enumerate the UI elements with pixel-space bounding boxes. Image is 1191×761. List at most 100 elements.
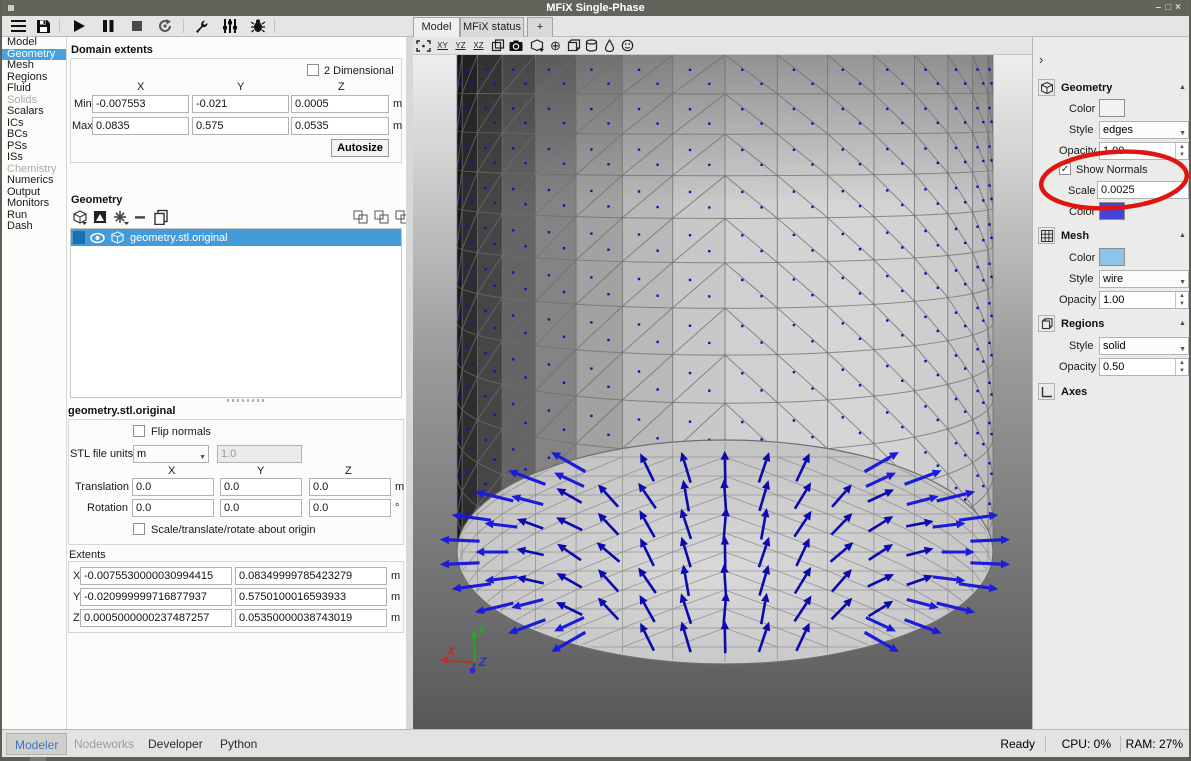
add-geometry-icon[interactable]: [73, 210, 88, 228]
geometry-cube-icon[interactable]: [1038, 79, 1055, 96]
spin-arrows-icon[interactable]: ▲▼: [1175, 143, 1188, 159]
extents-z-min-input[interactable]: [80, 609, 232, 627]
mode-modeler[interactable]: Modeler: [6, 733, 67, 755]
collapse-section-icon[interactable]: ▲: [1179, 320, 1186, 327]
translation-z-input[interactable]: [309, 478, 391, 496]
add-primitive-icon[interactable]: [93, 210, 108, 228]
add-procedural-icon[interactable]: [113, 210, 129, 228]
window-controls[interactable]: –□×: [1156, 0, 1185, 16]
nav-item-mesh[interactable]: Mesh: [2, 60, 66, 72]
show-normals-checkbox[interactable]: ✓: [1059, 163, 1071, 175]
mode-developer[interactable]: Developer: [140, 733, 211, 755]
settings-wrench-icon[interactable]: [190, 17, 214, 35]
reset-icon[interactable]: [153, 17, 177, 35]
extents-y-min-input[interactable]: [80, 588, 232, 606]
geometry-opacity-spinbox[interactable]: 1.00▲▼: [1099, 142, 1189, 160]
collapse-section-icon[interactable]: ▲: [1179, 84, 1186, 91]
save-icon[interactable]: [31, 17, 55, 35]
perspective-icon[interactable]: [489, 38, 506, 53]
flip-normals-checkbox[interactable]: [133, 425, 145, 437]
parameters-sliders-icon[interactable]: [218, 17, 242, 35]
splitter-handle[interactable]: [227, 399, 267, 402]
remove-geometry-icon[interactable]: [133, 210, 147, 228]
normals-color-swatch[interactable]: [1099, 202, 1125, 220]
extents-x-max-input[interactable]: [235, 567, 387, 585]
nav-item-dash[interactable]: Dash: [2, 221, 66, 233]
mesh-opacity-spinbox[interactable]: 1.00▲▼: [1099, 291, 1189, 309]
nav-item-scalars[interactable]: Scalars: [2, 106, 66, 118]
fit-to-view-icon[interactable]: [415, 38, 432, 53]
rotate-geometry-icon[interactable]: [528, 38, 545, 53]
geometry-tree-row[interactable]: geometry.stl.original: [71, 229, 401, 246]
minimize-button[interactable]: –: [1156, 2, 1166, 13]
mode-python[interactable]: Python: [212, 733, 265, 755]
extents-x-min-input[interactable]: [80, 567, 232, 585]
domain-min-z-input[interactable]: [291, 95, 389, 113]
view-xz-icon[interactable]: XZ: [470, 38, 487, 53]
mesh-grid-icon[interactable]: [1038, 227, 1055, 244]
extents-z-max-input[interactable]: [235, 609, 387, 627]
pause-icon[interactable]: [96, 17, 120, 35]
regions-visibility-icon[interactable]: [601, 38, 618, 53]
rotation-x-input[interactable]: [132, 499, 214, 517]
nav-item-fluid[interactable]: Fluid: [2, 83, 66, 95]
spin-arrows-icon[interactable]: ▲▼: [1175, 292, 1188, 308]
boolean-intersect-icon[interactable]: [374, 210, 389, 227]
panel-splitter[interactable]: [406, 37, 413, 729]
mesh-color-swatch[interactable]: [1099, 248, 1125, 266]
regions-box-icon[interactable]: [1038, 315, 1055, 332]
spin-arrows-icon[interactable]: ▲▼: [1175, 359, 1188, 375]
nav-item-monitors[interactable]: Monitors: [2, 198, 66, 210]
viewport-3d[interactable]: X Y Z: [413, 55, 1032, 729]
collapse-panel-chevron[interactable]: ›: [1039, 52, 1043, 67]
geometry-style-dropdown[interactable]: edges▼: [1099, 121, 1189, 139]
tab-model[interactable]: Model: [413, 17, 460, 37]
autosize-button[interactable]: Autosize: [331, 139, 389, 157]
nav-item-model[interactable]: Model: [2, 37, 66, 49]
stop-icon[interactable]: [125, 17, 149, 35]
domain-max-x-input[interactable]: [92, 117, 189, 135]
geometry-color-swatch[interactable]: [1099, 99, 1125, 117]
domain-max-z-input[interactable]: [291, 117, 389, 135]
run-icon[interactable]: [67, 17, 91, 35]
close-button[interactable]: ×: [1175, 2, 1185, 13]
stl-units-dropdown[interactable]: m▼: [133, 445, 209, 463]
geometry-visibility-icon[interactable]: [565, 38, 582, 53]
boolean-union-icon[interactable]: [353, 210, 368, 227]
tab-add[interactable]: +: [527, 17, 553, 37]
smiley-icon[interactable]: [619, 38, 636, 53]
extents-y-max-input[interactable]: [235, 588, 387, 606]
nav-item-bcs[interactable]: BCs: [2, 129, 66, 141]
title-bar[interactable]: MFiX Single-Phase –□×: [2, 0, 1189, 16]
geometry-tree[interactable]: geometry.stl.original: [70, 228, 402, 398]
view-yz-icon[interactable]: YZ: [452, 38, 469, 53]
visibility-eye-icon[interactable]: [90, 232, 105, 244]
domain-min-x-input[interactable]: [92, 95, 189, 113]
mesh-style-dropdown[interactable]: wire▼: [1099, 270, 1189, 288]
domain-max-y-input[interactable]: [192, 117, 289, 135]
about-origin-checkbox[interactable]: [133, 523, 145, 535]
two-dimensional-checkbox[interactable]: [307, 64, 319, 76]
screenshot-camera-icon[interactable]: [507, 38, 524, 53]
resize-grip[interactable]: [30, 757, 46, 761]
rotation-z-input[interactable]: [309, 499, 391, 517]
rotation-y-input[interactable]: [220, 499, 302, 517]
mesh-visibility-icon[interactable]: [583, 38, 600, 53]
tab-mfix-status[interactable]: MFiX status: [460, 17, 524, 37]
menu-icon[interactable]: [6, 17, 30, 35]
axes-icon[interactable]: [1038, 383, 1055, 400]
domain-min-y-input[interactable]: [192, 95, 289, 113]
regions-style-dropdown[interactable]: solid▼: [1099, 337, 1189, 355]
regions-opacity-spinbox[interactable]: 0.50▲▼: [1099, 358, 1189, 376]
view-xy-icon[interactable]: XY: [434, 38, 451, 53]
translation-y-input[interactable]: [220, 478, 302, 496]
debug-bug-icon[interactable]: [246, 17, 270, 35]
sphere-widget-icon[interactable]: ⊕: [547, 38, 564, 53]
copy-geometry-icon[interactable]: [153, 209, 169, 228]
nav-item-numerics[interactable]: Numerics: [2, 175, 66, 187]
normals-scale-input[interactable]: [1097, 181, 1189, 199]
translation-x-input[interactable]: [132, 478, 214, 496]
maximize-button[interactable]: □: [1165, 2, 1175, 13]
nav-item-iss[interactable]: ISs: [2, 152, 66, 164]
collapse-section-icon[interactable]: ▲: [1179, 232, 1186, 239]
